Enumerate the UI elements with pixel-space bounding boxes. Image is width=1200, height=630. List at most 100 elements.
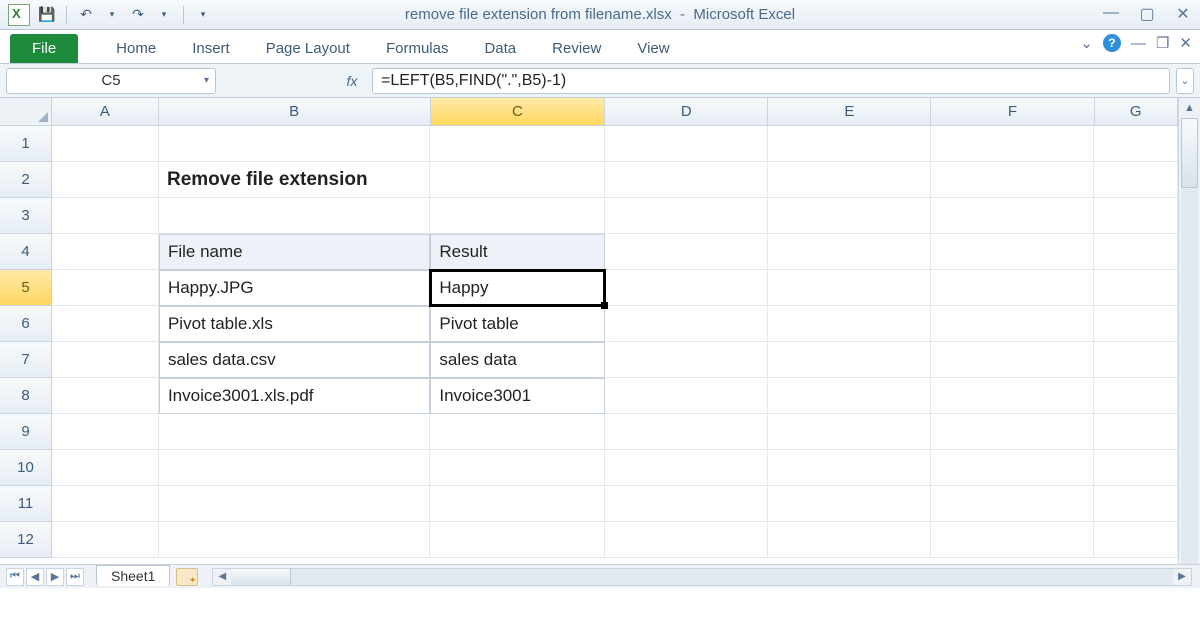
cell-E1[interactable] — [768, 126, 931, 162]
formula-bar[interactable]: =LEFT(B5,FIND(".",B5)-1) — [372, 68, 1170, 94]
cell-B7[interactable]: sales data.csv — [159, 342, 430, 378]
cell-C10[interactable] — [430, 450, 605, 486]
minimize-icon[interactable]: — — [1100, 4, 1122, 24]
col-header-F[interactable]: F — [931, 98, 1094, 126]
hscroll-right-icon[interactable]: ▶ — [1173, 569, 1191, 585]
cell-D2[interactable] — [605, 162, 768, 198]
row-header-4[interactable]: 4 — [0, 234, 52, 270]
cell-D4[interactable] — [605, 234, 768, 270]
cell-C7[interactable]: sales data — [430, 342, 605, 378]
col-header-G[interactable]: G — [1095, 98, 1179, 126]
new-sheet-icon[interactable] — [176, 568, 198, 586]
cell-D12[interactable] — [605, 522, 768, 558]
cell-C9[interactable] — [430, 414, 605, 450]
row-header-1[interactable]: 1 — [0, 126, 52, 162]
cell-D1[interactable] — [605, 126, 768, 162]
col-header-A[interactable]: A — [52, 98, 159, 126]
cell-A5[interactable] — [52, 270, 159, 306]
cell-F4[interactable] — [931, 234, 1094, 270]
cell-B1[interactable] — [159, 126, 430, 162]
cell-E7[interactable] — [768, 342, 931, 378]
ribbon-tab-review[interactable]: Review — [534, 34, 619, 63]
hscroll-left-icon[interactable]: ◀ — [213, 569, 231, 585]
cell-B9[interactable] — [159, 414, 430, 450]
cell-E10[interactable] — [768, 450, 931, 486]
row-header-5[interactable]: 5 — [0, 270, 52, 306]
cell-G10[interactable] — [1094, 450, 1178, 486]
workbook-minimize-icon[interactable]: — — [1131, 35, 1146, 52]
help-icon[interactable]: ? — [1103, 34, 1121, 52]
cell-A4[interactable] — [52, 234, 159, 270]
sheet-nav-prev-icon[interactable]: ◀ — [26, 568, 44, 586]
cell-F5[interactable] — [931, 270, 1094, 306]
formula-bar-expand-icon[interactable]: ⌄ — [1176, 68, 1194, 94]
cell-D11[interactable] — [605, 486, 768, 522]
fx-icon[interactable]: fx — [338, 73, 366, 89]
cell-G3[interactable] — [1094, 198, 1178, 234]
col-header-E[interactable]: E — [768, 98, 931, 126]
cell-A6[interactable] — [52, 306, 159, 342]
ribbon-tab-view[interactable]: View — [619, 34, 687, 63]
cell-G1[interactable] — [1094, 126, 1178, 162]
cell-C11[interactable] — [430, 486, 605, 522]
cell-G6[interactable] — [1094, 306, 1178, 342]
scroll-thumb[interactable] — [1181, 118, 1198, 188]
cell-E12[interactable] — [768, 522, 931, 558]
cell-G5[interactable] — [1094, 270, 1178, 306]
cell-G8[interactable] — [1094, 378, 1178, 414]
cell-D7[interactable] — [605, 342, 768, 378]
ribbon-tab-formulas[interactable]: Formulas — [368, 34, 467, 63]
cell-B5[interactable]: Happy.JPG — [159, 270, 430, 306]
cell-E3[interactable] — [768, 198, 931, 234]
cell-G7[interactable] — [1094, 342, 1178, 378]
maximize-icon[interactable]: ▢ — [1136, 4, 1158, 24]
cell-D8[interactable] — [605, 378, 768, 414]
undo-dropdown-icon[interactable]: ▾ — [101, 4, 123, 26]
row-header-3[interactable]: 3 — [0, 198, 52, 234]
row-header-6[interactable]: 6 — [0, 306, 52, 342]
cell-C1[interactable] — [430, 126, 605, 162]
cell-E4[interactable] — [768, 234, 931, 270]
cell-C12[interactable] — [430, 522, 605, 558]
cell-B12[interactable] — [159, 522, 430, 558]
cell-F6[interactable] — [931, 306, 1094, 342]
row-header-7[interactable]: 7 — [0, 342, 52, 378]
ribbon-minimize-icon[interactable]: ⌄ — [1080, 34, 1093, 52]
qat-customize-icon[interactable]: ▾ — [192, 4, 214, 26]
row-header-10[interactable]: 10 — [0, 450, 52, 486]
cell-F7[interactable] — [931, 342, 1094, 378]
cell-E8[interactable] — [768, 378, 931, 414]
cell-D6[interactable] — [605, 306, 768, 342]
cell-G2[interactable] — [1094, 162, 1178, 198]
row-header-9[interactable]: 9 — [0, 414, 52, 450]
name-box[interactable]: C5 ▾ — [6, 68, 216, 94]
ribbon-tab-insert[interactable]: Insert — [174, 34, 248, 63]
cell-F3[interactable] — [931, 198, 1094, 234]
cell-A10[interactable] — [52, 450, 159, 486]
cell-F1[interactable] — [931, 126, 1094, 162]
cell-C8[interactable]: Invoice3001 — [430, 378, 605, 414]
vertical-scrollbar[interactable]: ▲ ▼ — [1178, 98, 1200, 588]
cell-C5[interactable]: Happy — [430, 270, 605, 306]
close-icon[interactable]: ✕ — [1172, 4, 1194, 24]
cell-A11[interactable] — [52, 486, 159, 522]
cell-E5[interactable] — [768, 270, 931, 306]
cell-G4[interactable] — [1094, 234, 1178, 270]
cell-B2[interactable]: Remove file extension — [159, 162, 430, 198]
cell-G11[interactable] — [1094, 486, 1178, 522]
cell-G12[interactable] — [1094, 522, 1178, 558]
undo-icon[interactable]: ↶ — [75, 4, 97, 26]
cells-area[interactable]: Remove file extensionFile nameResultHapp… — [52, 126, 1178, 588]
cell-D10[interactable] — [605, 450, 768, 486]
cell-F2[interactable] — [931, 162, 1094, 198]
cell-A8[interactable] — [52, 378, 159, 414]
save-icon[interactable]: 💾 — [36, 4, 58, 26]
col-header-D[interactable]: D — [605, 98, 768, 126]
cell-A7[interactable] — [52, 342, 159, 378]
cell-B4[interactable]: File name — [159, 234, 430, 270]
cell-F10[interactable] — [931, 450, 1094, 486]
file-tab[interactable]: File — [10, 34, 78, 63]
scroll-up-icon[interactable]: ▲ — [1179, 98, 1200, 118]
name-box-dropdown-icon[interactable]: ▾ — [204, 75, 209, 86]
cell-A1[interactable] — [52, 126, 159, 162]
